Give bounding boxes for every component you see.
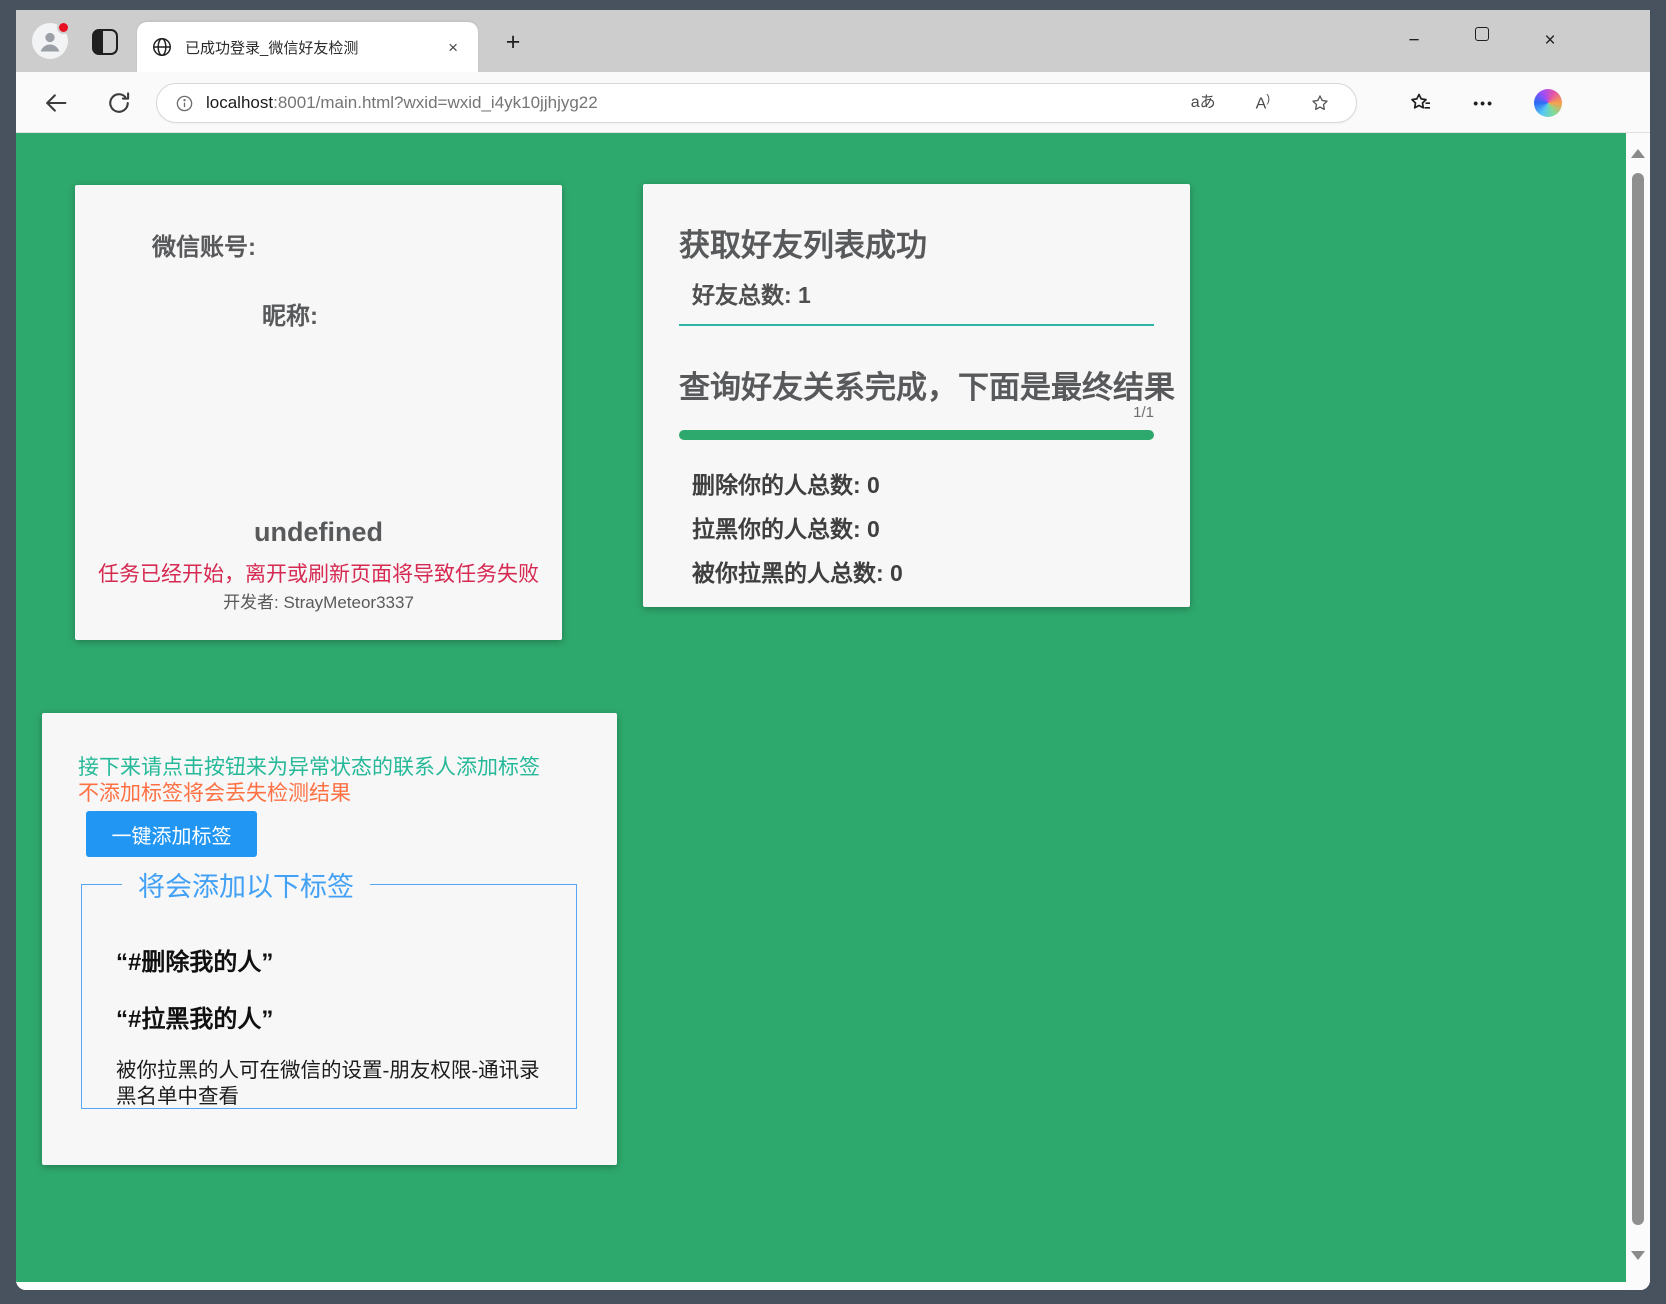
blocked-you-count-text: 拉黑你的人总数: 0 — [692, 510, 880, 544]
url-host: localhost — [206, 93, 273, 112]
copilot-icon[interactable] — [1534, 89, 1562, 117]
tab-strip: 已成功登录_微信好友检测 × + − × — [16, 10, 1650, 72]
active-tab[interactable]: 已成功登录_微信好友检测 × — [137, 22, 478, 72]
page-scrollbar[interactable] — [1626, 133, 1650, 1290]
developer-text: 开发者: StrayMeteor3337 — [75, 588, 562, 613]
tab-close-icon[interactable]: × — [442, 37, 464, 58]
browser-frame: 已成功登录_微信好友检测 × + − × — [0, 0, 1666, 1304]
url-text: localhost:8001/main.html?wxid=wxid_i4yk1… — [206, 93, 598, 113]
query-result-header: 查询好友关系完成，下面是最终结果 — [679, 362, 1175, 407]
page-viewport: 微信账号: 昵称: undefined 任务已经开始，离开或刷新页面将导致任务失… — [16, 133, 1650, 1290]
tab-title: 已成功登录_微信好友检测 — [185, 37, 442, 58]
back-arrow-icon[interactable] — [42, 89, 70, 117]
address-bar[interactable]: localhost:8001/main.html?wxid=wxid_i4yk1… — [156, 83, 1357, 123]
url-path: :8001/main.html?wxid=wxid_i4yk10jjhjyg22 — [273, 93, 598, 112]
tag-list-legend: 将会添加以下标签 — [122, 865, 370, 904]
nickname-label: 昵称: — [262, 296, 318, 331]
window-controls: − × — [1400, 10, 1564, 72]
more-dots-icon[interactable]: ••• — [1473, 95, 1494, 111]
account-value-text: undefined — [75, 517, 562, 548]
wechat-account-label: 微信账号: — [152, 227, 256, 262]
task-warning-text: 任务已经开始，离开或刷新页面将导致任务失败 — [75, 558, 562, 588]
progress-count-label: 1/1 — [1133, 404, 1154, 421]
globe-icon — [151, 36, 173, 58]
friend-total-text: 好友总数: 1 — [692, 276, 811, 310]
page-background: 微信账号: 昵称: undefined 任务已经开始，离开或刷新页面将导致任务失… — [16, 133, 1626, 1282]
minimize-icon[interactable]: − — [1400, 27, 1428, 55]
refresh-icon[interactable] — [105, 89, 133, 117]
deleted-count-text: 删除你的人总数: 0 — [692, 466, 880, 500]
tag-list-fieldset: 将会添加以下标签 “#删除我的人” “#拉黑我的人” 被你拉黑的人可在微信的设置… — [81, 865, 577, 1109]
read-aloud-icon[interactable]: A) — [1256, 94, 1270, 112]
teal-divider — [679, 324, 1154, 326]
tag-item-deleted: “#删除我的人” — [116, 942, 542, 977]
translate-icon[interactable]: aあ — [1191, 95, 1216, 111]
scrollbar-thumb[interactable] — [1632, 173, 1644, 1225]
scroll-up-icon[interactable] — [1631, 149, 1645, 158]
you-blocked-count-text: 被你拉黑的人总数: 0 — [692, 554, 903, 588]
favorite-star-icon[interactable] — [1310, 93, 1330, 113]
add-tags-button[interactable]: 一键添加标签 — [86, 811, 257, 857]
maximize-icon[interactable] — [1468, 27, 1496, 55]
tag-card: 接下来请点击按钮来为异常状态的联系人添加标签 不添加标签将会丢失检测结果 一键添… — [42, 713, 617, 1165]
profile-avatar-icon[interactable] — [32, 23, 68, 59]
friend-list-header: 获取好友列表成功 — [679, 220, 927, 265]
tab-layout-icon[interactable] — [92, 29, 118, 55]
favorites-hub-icon[interactable] — [1409, 91, 1433, 115]
tag-item-blocked: “#拉黑我的人” — [116, 999, 542, 1034]
notification-dot-icon — [57, 21, 70, 34]
blacklist-note-text: 被你拉黑的人可在微信的设置-朋友权限-通讯录黑名单中查看 — [116, 1058, 540, 1110]
progress-bar — [679, 430, 1154, 440]
scroll-down-icon[interactable] — [1631, 1251, 1645, 1260]
tag-warning-text: 不添加标签将会丢失检测结果 — [78, 777, 351, 807]
browser-toolbar: localhost:8001/main.html?wxid=wxid_i4yk1… — [16, 72, 1650, 133]
result-card: 获取好友列表成功 好友总数: 1 查询好友关系完成，下面是最终结果 1/1 删除… — [643, 184, 1190, 607]
browser-window: 已成功登录_微信好友检测 × + − × — [16, 10, 1650, 1290]
close-icon[interactable]: × — [1536, 27, 1564, 55]
info-icon[interactable] — [175, 94, 194, 113]
account-card: 微信账号: 昵称: undefined 任务已经开始，离开或刷新页面将导致任务失… — [75, 185, 562, 640]
new-tab-icon[interactable]: + — [498, 28, 528, 58]
